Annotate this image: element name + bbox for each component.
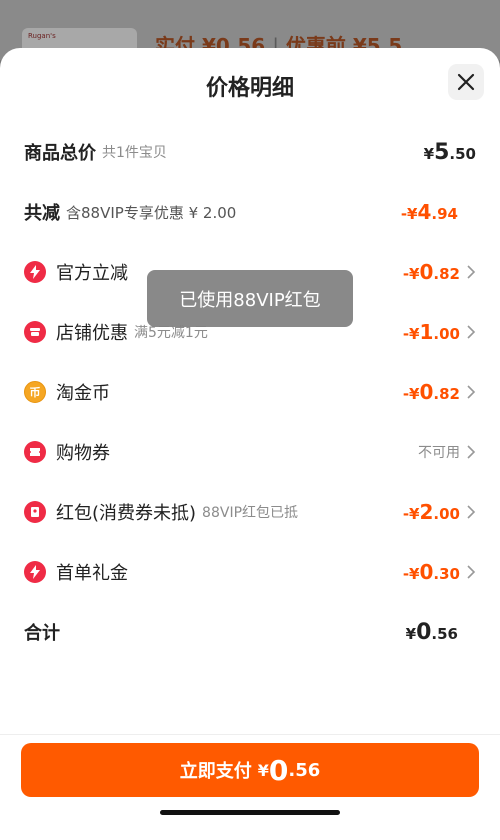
total-price-amount: ¥5.50 [423,139,476,165]
row-shopping-voucher[interactable]: 购物券 不可用 [24,432,476,472]
reduction-amount: -¥4.94 [400,200,458,224]
sheet-title: 价格明细 [205,76,294,101]
chevron-right-icon [467,505,476,519]
reduction-sub: 含88VIP专享优惠 ¥ 2.00 [66,203,237,222]
sum-amount: ¥0.56 [405,619,458,645]
row-total-price: 商品总价 共1件宝贝 ¥5.50 [24,132,476,172]
pay-now-label: 立即支付 [179,761,252,782]
chevron-right-icon [467,385,476,399]
pay-now-button[interactable]: 立即支付 ¥ 0 .56 [21,743,479,797]
red-packet-label: 红包(消费券未抵) [56,503,197,524]
lightning-icon [24,561,46,583]
official-discount-label: 官方立减 [56,263,128,284]
product-brand-text: Rugan's [28,32,56,40]
chevron-right-icon [467,445,476,459]
red-packet-amount: -¥2.00 [402,500,460,524]
store-discount-amount: -¥1.00 [402,320,460,344]
close-icon [457,73,475,91]
lightning-icon [24,261,46,283]
red-packet-icon [24,501,46,523]
sum-label: 合计 [24,623,60,644]
tao-coins-label: 淘金币 [56,383,110,404]
chevron-right-icon [467,325,476,339]
bottom-bar: 立即支付 ¥ 0 .56 [0,734,500,840]
row-red-packet[interactable]: 红包(消费券未抵) 88VIP红包已抵 -¥2.00 [24,492,476,532]
home-indicator[interactable] [160,810,340,815]
row-first-order-gift[interactable]: 首单礼金 -¥0.30 [24,552,476,592]
chevron-right-icon [467,265,476,279]
row-tao-coins[interactable]: 币 淘金币 -¥0.82 [24,372,476,412]
first-order-gift-label: 首单礼金 [56,563,128,584]
row-sum: 合计 ¥0.56 [24,612,476,652]
tao-coins-amount: -¥0.82 [402,380,460,404]
total-price-label: 商品总价 [24,143,96,164]
chevron-right-icon [467,565,476,579]
price-detail-sheet: 价格明细 商品总价 共1件宝贝 ¥5.50 共减 含88VIP专享优惠 ¥ 2.… [0,48,500,840]
row-total-reduction: 共减 含88VIP专享优惠 ¥ 2.00 -¥4.94 [24,192,476,232]
total-price-sub: 共1件宝贝 [102,145,167,161]
shopping-voucher-status: 不可用 [418,445,460,461]
coin-icon: 币 [24,381,46,403]
pay-amount-dec: .56 [288,759,321,781]
pay-currency: ¥ [257,760,269,780]
ticket-icon [24,441,46,463]
toast-message: 已使用88VIP红包 [147,270,353,327]
official-discount-amount: -¥0.82 [402,260,460,284]
reduction-label: 共减 [24,203,60,224]
pay-amount-int: 0 [268,753,289,787]
shopping-voucher-label: 购物券 [56,443,110,464]
store-discount-label: 店铺优惠 [56,323,128,344]
store-icon [24,321,46,343]
red-packet-sub: 88VIP红包已抵 [202,505,299,521]
first-order-gift-amount: -¥0.30 [402,560,460,584]
close-button[interactable] [448,64,484,100]
